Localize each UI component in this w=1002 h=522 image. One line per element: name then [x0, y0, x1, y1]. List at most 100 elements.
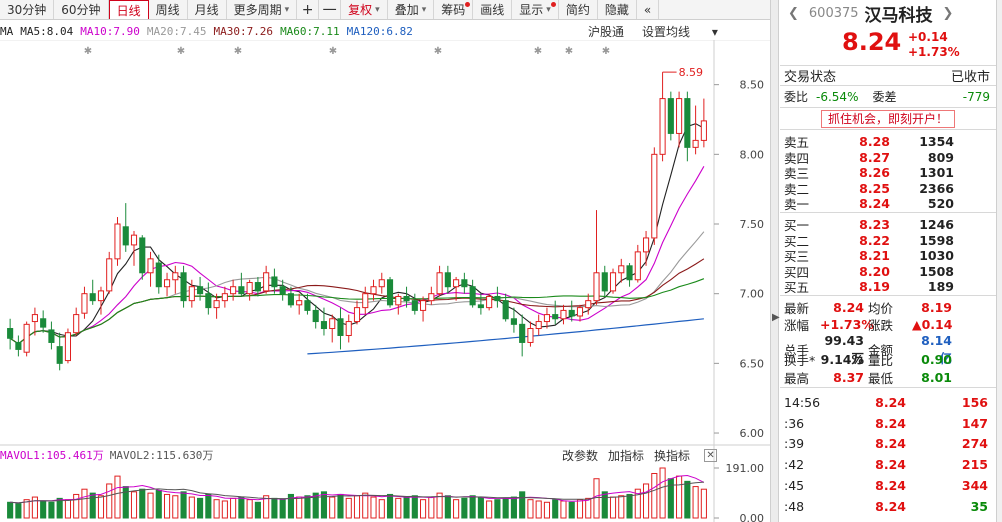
volume-bar[interactable]: [494, 499, 501, 519]
volume-bar[interactable]: [155, 490, 162, 519]
volume-bar[interactable]: [304, 495, 311, 519]
candle-body[interactable]: [453, 279, 460, 288]
candle-body[interactable]: [287, 293, 294, 306]
candle-body[interactable]: [89, 293, 96, 302]
volume-bar[interactable]: [238, 496, 245, 519]
candle-body[interactable]: [163, 279, 171, 288]
candle-body[interactable]: [667, 98, 674, 134]
candle-body[interactable]: [626, 265, 633, 281]
volume-bar[interactable]: [642, 483, 650, 519]
candle-body[interactable]: [106, 258, 113, 292]
volume-bar[interactable]: [40, 500, 47, 519]
volume-bar[interactable]: [403, 496, 410, 519]
volume-bar[interactable]: [535, 500, 542, 519]
volume-bar[interactable]: [230, 497, 237, 519]
volume-bar[interactable]: [197, 497, 204, 519]
candle-body[interactable]: [312, 309, 319, 323]
candle-body[interactable]: [642, 237, 650, 253]
volume-bar[interactable]: [568, 501, 575, 519]
volume-bar[interactable]: [130, 491, 138, 519]
volume-bar[interactable]: [618, 495, 625, 519]
candle-body[interactable]: [73, 314, 80, 334]
candle-body[interactable]: [15, 341, 22, 350]
candle-body[interactable]: [510, 318, 517, 325]
book-row[interactable]: 买三 8.21 1030: [780, 246, 996, 264]
volume-bar[interactable]: [106, 483, 113, 519]
candle-body[interactable]: [684, 98, 691, 148]
volume-bar[interactable]: [213, 499, 220, 519]
candle-body[interactable]: [296, 300, 303, 306]
volume-bar[interactable]: [651, 472, 658, 519]
volume-bar[interactable]: [486, 500, 493, 519]
candle-body[interactable]: [535, 321, 542, 330]
candle-body[interactable]: [411, 300, 418, 311]
volume-bar[interactable]: [329, 496, 336, 519]
next-stock-icon[interactable]: ❯: [943, 6, 954, 21]
toolbar-item-6[interactable]: +: [297, 0, 320, 19]
candle-body[interactable]: [48, 329, 55, 343]
candle-body[interactable]: [197, 286, 204, 295]
volume-bar[interactable]: [560, 500, 567, 519]
volume-bar[interactable]: [89, 492, 96, 519]
candle-body[interactable]: [486, 295, 493, 309]
candle-body[interactable]: [469, 286, 476, 306]
candle-body[interactable]: [40, 318, 47, 328]
candle-body[interactable]: [601, 272, 608, 292]
toolbar-item-9[interactable]: 叠加 ▾: [388, 0, 435, 19]
candle-body[interactable]: [263, 272, 270, 292]
candle-body[interactable]: [494, 295, 501, 302]
event-star-icon[interactable]: ✱: [84, 46, 92, 57]
candle-body[interactable]: [527, 328, 534, 343]
set-ma-button[interactable]: 设置均线 ▾: [642, 23, 718, 40]
candle-body[interactable]: [213, 300, 220, 309]
toolbar-item-1[interactable]: 60分钟: [54, 0, 109, 19]
candle-body[interactable]: [130, 234, 138, 246]
volume-bar[interactable]: [56, 497, 63, 519]
toolbar-item-5[interactable]: 更多周期 ▾: [227, 0, 298, 19]
volume-bar[interactable]: [73, 493, 80, 519]
volume-bar[interactable]: [543, 501, 551, 519]
book-row[interactable]: 卖四 8.27 809: [780, 148, 996, 166]
volume-bar[interactable]: [609, 496, 617, 519]
candle-body[interactable]: [230, 286, 237, 295]
book-row[interactable]: 买四 8.20 1508: [780, 262, 996, 280]
book-row[interactable]: 买一 8.23 1246: [780, 215, 996, 233]
toolbar-item-0[interactable]: 30分钟: [0, 0, 55, 19]
candle-body[interactable]: [560, 309, 567, 320]
event-star-icon[interactable]: ✱: [602, 46, 610, 57]
toolbar-item-13[interactable]: 简约: [559, 0, 598, 19]
volume-bar[interactable]: [370, 496, 377, 519]
volume-bar[interactable]: [139, 488, 146, 519]
volume-bar[interactable]: [7, 501, 14, 519]
candle-body[interactable]: [155, 262, 162, 288]
candle-body[interactable]: [502, 300, 509, 320]
candle-body[interactable]: [353, 307, 361, 323]
candle-body[interactable]: [634, 251, 641, 281]
volume-bar[interactable]: [378, 499, 385, 519]
candle-body[interactable]: [585, 300, 592, 309]
add-indicator-button[interactable]: 加指标: [608, 447, 644, 464]
candle-body[interactable]: [7, 328, 14, 339]
volume-bar[interactable]: [221, 500, 228, 519]
collapse-panel-icon[interactable]: ▶: [772, 312, 780, 323]
volume-bar[interactable]: [676, 475, 683, 519]
candle-body[interactable]: [362, 293, 369, 309]
candle-body[interactable]: [420, 300, 427, 311]
volume-bar[interactable]: [395, 497, 402, 519]
event-star-icon[interactable]: ✱: [329, 46, 337, 57]
candle-body[interactable]: [23, 323, 30, 353]
candle-body[interactable]: [139, 237, 146, 274]
volume-bar[interactable]: [444, 495, 451, 519]
volume-bar[interactable]: [626, 493, 633, 519]
edit-params-button[interactable]: 改参数: [562, 447, 598, 464]
candle-body[interactable]: [56, 346, 63, 364]
candle-body[interactable]: [320, 321, 328, 330]
candle-body[interactable]: [337, 318, 344, 336]
event-star-icon[interactable]: ✱: [434, 46, 442, 57]
event-star-icon[interactable]: ✱: [534, 46, 542, 57]
book-row[interactable]: 卖五 8.28 1354: [780, 132, 996, 150]
volume-bar[interactable]: [700, 488, 707, 519]
volume-bar[interactable]: [684, 480, 691, 519]
volume-bar[interactable]: [345, 497, 352, 519]
candle-body[interactable]: [543, 314, 551, 323]
